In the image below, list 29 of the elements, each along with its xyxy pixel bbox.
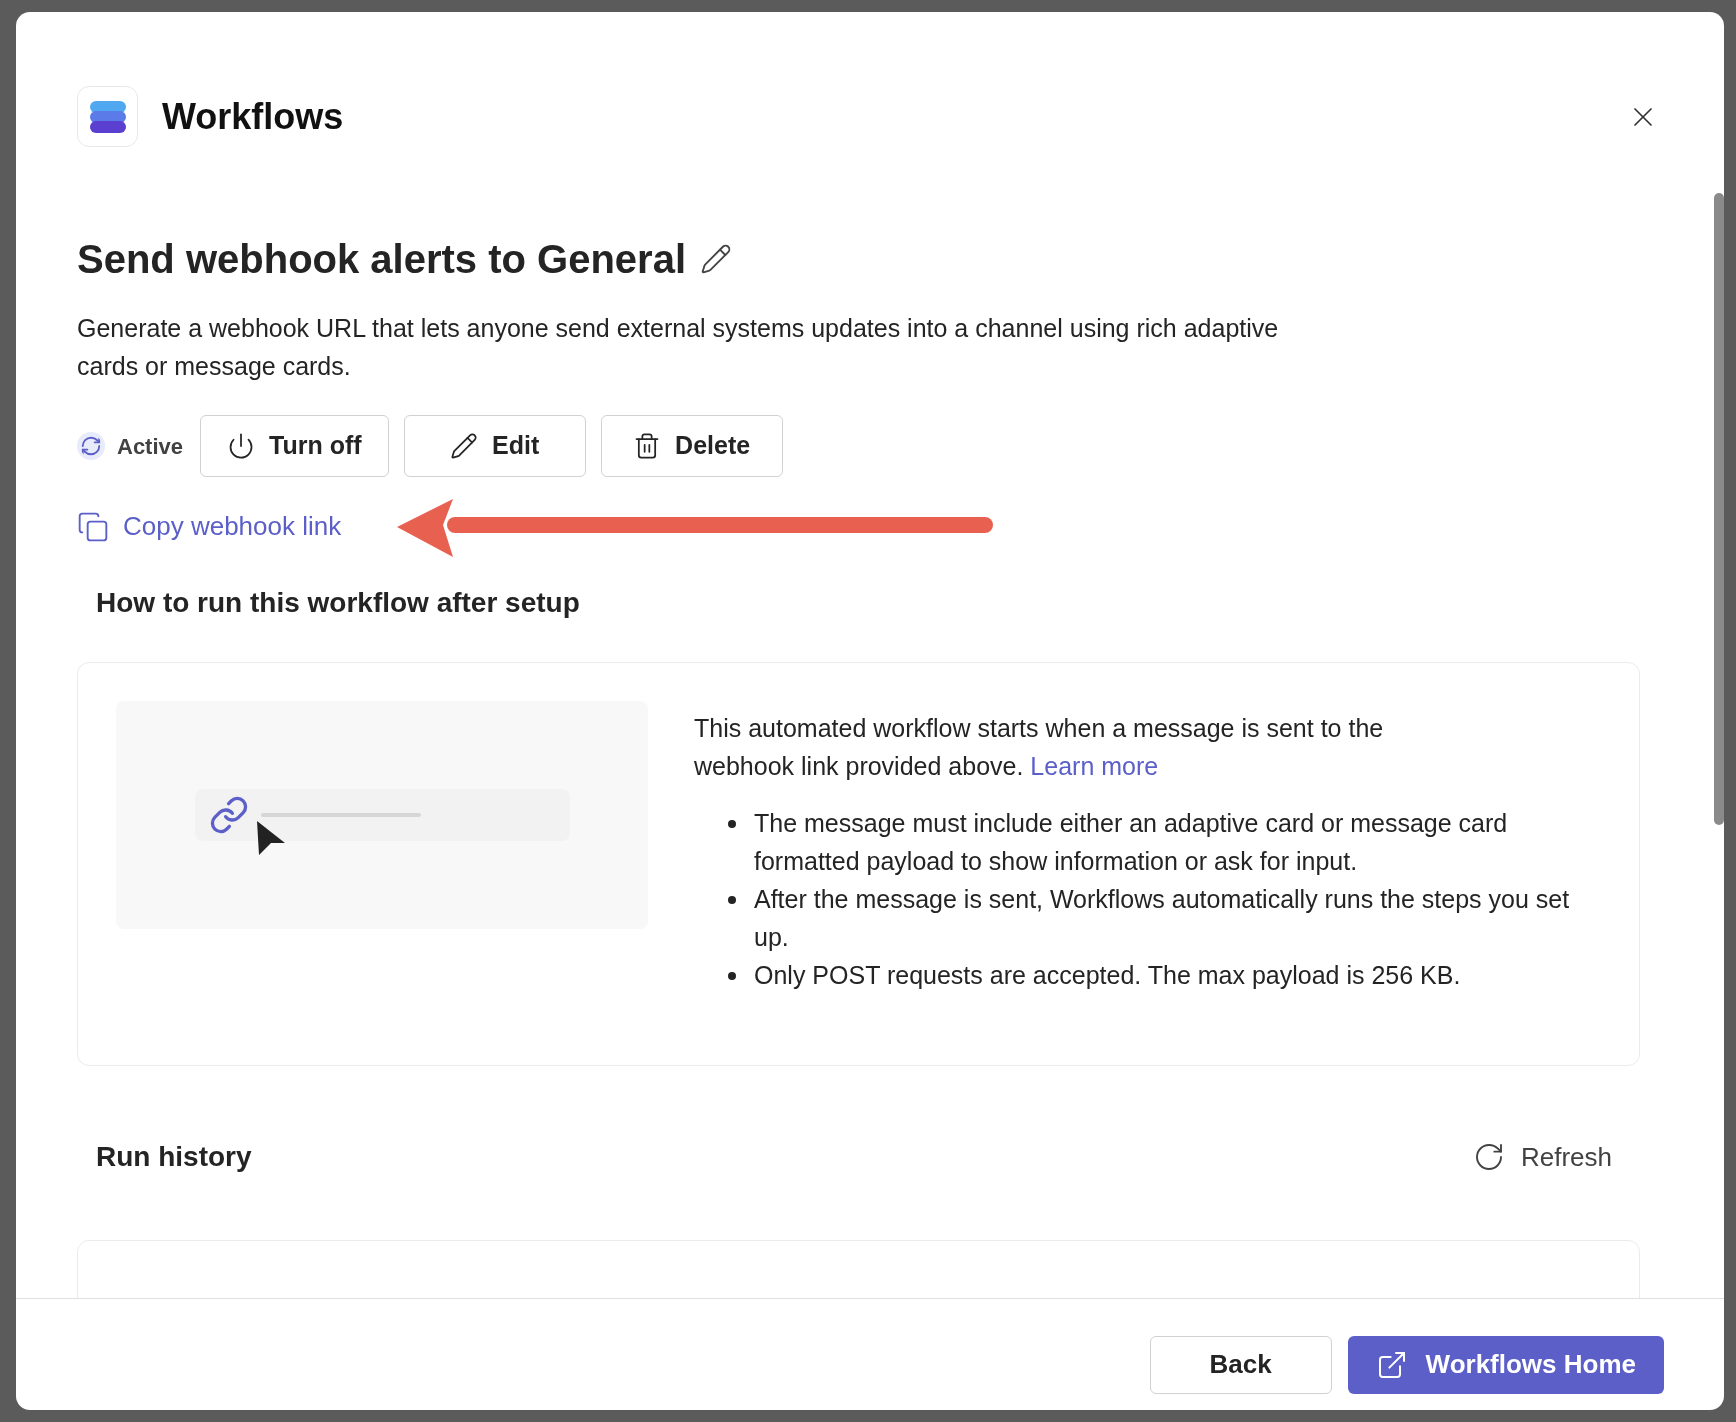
cursor-icon bbox=[254, 819, 287, 857]
workflow-description: Generate a webhook URL that lets anyone send external systems updates into a channel using rich adaptive cards or message cards. bbox=[77, 313, 1280, 382]
back-button[interactable]: Back bbox=[1149, 1335, 1332, 1394]
workflows-home-button[interactable]: Workflows Home bbox=[1347, 1335, 1664, 1394]
section-heading: Run history bbox=[96, 1140, 252, 1174]
action-button[interactable]: Delete bbox=[600, 415, 783, 477]
learn-more-link[interactable]: Learn more bbox=[1030, 752, 1159, 780]
workflow-title: Send webhook alerts to General bbox=[77, 236, 687, 283]
bullet-icon bbox=[728, 972, 736, 980]
sync-icon bbox=[77, 432, 105, 460]
action-button[interactable]: Turn off bbox=[200, 415, 389, 477]
section-heading: How to run this workflow after setup bbox=[96, 586, 581, 620]
info-bullet: Only POST requests are accepted. The max payload is 256 KB. bbox=[754, 960, 1461, 991]
action-button[interactable]: Edit bbox=[403, 415, 586, 477]
copy-icon bbox=[77, 510, 109, 543]
info-bullet: After the message is sent, Workflows automatically runs the steps you set up. bbox=[754, 884, 1571, 953]
pencil-icon bbox=[450, 432, 478, 460]
bullet-icon bbox=[728, 820, 736, 828]
copy-webhook-link[interactable]: Copy webhook link bbox=[123, 507, 342, 546]
info-bullet: The message must include either an adaptive card or message card formatted payload to show information or ask for input. bbox=[754, 808, 1509, 877]
app-title: Workflows bbox=[162, 94, 344, 139]
app-logo-icon bbox=[77, 86, 138, 147]
bullet-icon bbox=[728, 896, 736, 904]
scrollbar-thumb[interactable] bbox=[1714, 193, 1724, 825]
link-icon bbox=[208, 795, 249, 835]
refresh-button[interactable]: Refresh bbox=[1472, 1137, 1612, 1177]
edit-name-icon[interactable] bbox=[700, 243, 733, 275]
status-label: Active bbox=[117, 432, 184, 461]
info-intro: This automated workflow starts when a message is sent to the webhook link provided above. Learn more bbox=[694, 713, 1385, 782]
